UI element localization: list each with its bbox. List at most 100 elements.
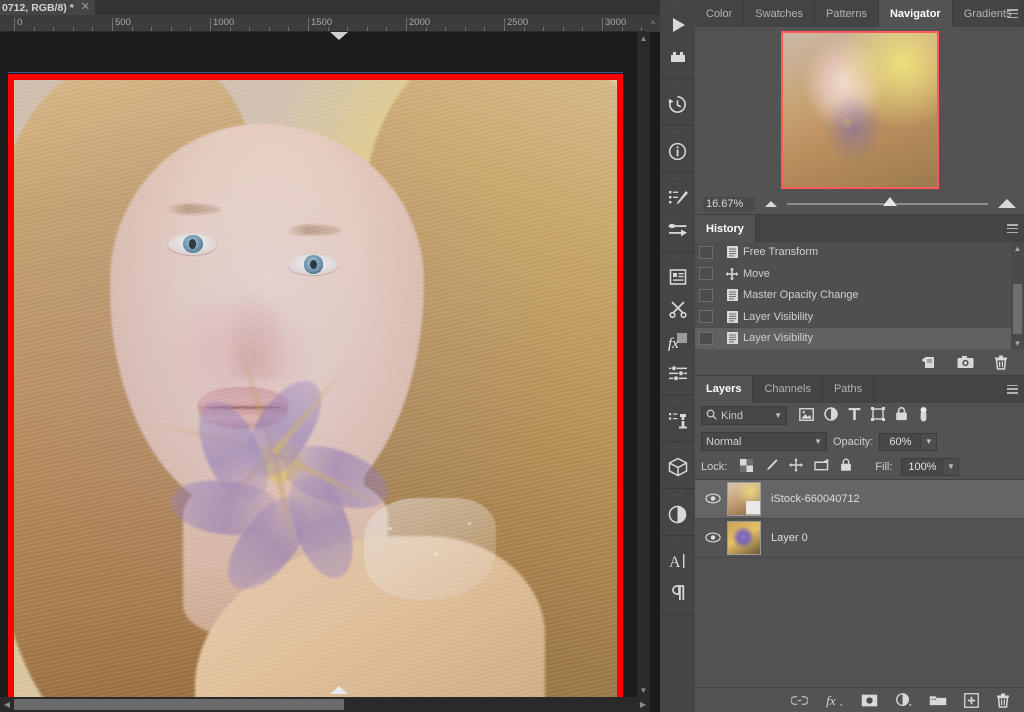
filter-adjustment-icon[interactable]	[824, 407, 838, 424]
tab-paths[interactable]: Paths	[823, 375, 875, 403]
scroll-up-icon[interactable]: ▲	[1011, 242, 1024, 255]
history-item[interactable]: Master Opacity Change	[695, 285, 1011, 307]
lock-row[interactable]: Lock: Fill: 100% ▼	[695, 454, 1024, 480]
layers-panel-footer[interactable]: fx	[695, 687, 1024, 712]
panel-menu-icon[interactable]	[1007, 9, 1018, 18]
properties-icon[interactable]	[660, 261, 695, 293]
history-snapshot-checkbox[interactable]	[699, 288, 713, 302]
history-item[interactable]: Move	[695, 264, 1011, 285]
panel-menu-icon[interactable]	[1007, 224, 1018, 233]
history-snapshot-checkbox[interactable]	[699, 267, 713, 281]
paragraph-icon[interactable]	[660, 577, 695, 609]
scroll-down-icon[interactable]: ▼	[1011, 337, 1024, 350]
ruler-corner-chevron-icon[interactable]: ^	[646, 15, 660, 32]
layer-visibility-eye-icon[interactable]	[699, 493, 727, 504]
play-icon[interactable]	[660, 9, 695, 41]
clone-source-icon[interactable]	[660, 404, 695, 436]
layer-name[interactable]: iStock-660040712	[771, 493, 860, 505]
character-icon[interactable]: A	[660, 545, 695, 577]
filter-shape-icon[interactable]	[871, 407, 885, 424]
brush-settings-icon[interactable]	[660, 182, 695, 214]
layers-list[interactable]: ▣ iStock-660040712 Layer 0	[695, 479, 1024, 558]
lock-image-pixels-icon[interactable]	[764, 458, 778, 475]
opacity-stepper-chevron-icon[interactable]: ▼	[921, 432, 938, 451]
brush-presets-icon[interactable]	[660, 214, 695, 246]
tab-layers[interactable]: Layers	[695, 375, 754, 403]
panel-menu-icon[interactable]	[1007, 384, 1018, 394]
layer-thumbnail[interactable]: ▣	[727, 481, 761, 516]
history-snapshot-checkbox[interactable]	[699, 245, 713, 259]
new-layer-icon[interactable]	[964, 692, 979, 708]
lock-icon-group[interactable]	[740, 458, 852, 475]
blend-mode-row[interactable]: Normal ▼ Opacity: 60% ▼	[695, 428, 1024, 455]
navigator-zoom-controls[interactable]: 16.67%	[695, 193, 1024, 215]
filter-toggle-icon[interactable]	[918, 406, 929, 425]
adjustment-circle-icon[interactable]	[660, 498, 695, 530]
layer-kind-dropdown[interactable]: Kind ▼	[701, 406, 787, 425]
lock-transparent-pixels-icon[interactable]	[740, 458, 754, 475]
fx-icon[interactable]: fx	[660, 325, 695, 357]
tab-history[interactable]: History	[695, 215, 756, 242]
horizontal-ruler[interactable]: 050010001500200025003000350040004500	[0, 15, 660, 32]
navigator-zoom-value[interactable]: 16.67%	[703, 196, 755, 211]
close-icon[interactable]: ✕	[81, 2, 90, 13]
navigator-preview-area[interactable]	[695, 27, 1024, 193]
fill-value[interactable]: 100%	[901, 457, 944, 476]
history-scrollbar[interactable]: ▲ ▼	[1011, 242, 1024, 350]
new-adjustment-layer-icon[interactable]	[895, 692, 912, 708]
scroll-thumb-history[interactable]	[1013, 284, 1022, 334]
delete-layer-icon[interactable]	[996, 693, 1010, 708]
layers-empty-space[interactable]	[695, 557, 1024, 668]
layer-name[interactable]: Layer 0	[771, 532, 808, 544]
canvas-horizontal-scrollbar[interactable]: ◀ ▶	[0, 697, 650, 712]
scroll-left-icon[interactable]: ◀	[0, 697, 14, 712]
filter-type-icon[interactable]	[848, 407, 861, 424]
scroll-down-icon[interactable]: ▼	[637, 684, 650, 697]
lock-artboard-nesting-icon[interactable]	[814, 458, 829, 475]
chevron-down-icon[interactable]: ▼	[774, 411, 782, 420]
layer-row[interactable]: Layer 0	[695, 519, 1024, 558]
actions-icon[interactable]	[660, 41, 695, 73]
history-item[interactable]: Layer Visibility	[695, 307, 1011, 328]
scroll-up-icon[interactable]: ▲	[637, 32, 650, 45]
tab-navigator[interactable]: Navigator	[878, 0, 953, 27]
history-panel-footer[interactable]	[695, 349, 1024, 376]
tab-patterns[interactable]: Patterns	[815, 0, 879, 27]
new-document-from-state-icon[interactable]	[921, 355, 937, 370]
panel-icon-dock[interactable]: ‧‧‧‧ ‧‧‧‧ ‧‧‧‧ ‧‧‧‧ ‧‧‧‧ fx ‧‧‧‧ ‧‧‧‧ ‧‧…	[660, 0, 695, 712]
cube-3d-icon[interactable]	[660, 451, 695, 483]
layer-style-fx-icon[interactable]: fx	[825, 693, 844, 708]
scissors-icon[interactable]	[660, 293, 695, 325]
add-layer-mask-icon[interactable]	[861, 694, 878, 707]
filter-smart-object-icon[interactable]	[895, 407, 908, 424]
navigator-thumbnail[interactable]	[780, 31, 939, 189]
history-item[interactable]: Free Transform	[695, 242, 1011, 264]
zoom-slider-knob[interactable]	[883, 196, 898, 206]
delete-trash-icon[interactable]	[994, 355, 1008, 370]
scroll-right-icon[interactable]: ▶	[636, 697, 650, 712]
document-tab[interactable]: 0712, RGB/8) * ✕	[0, 0, 96, 15]
history-snapshot-checkbox[interactable]	[699, 310, 713, 324]
layer-thumbnail[interactable]	[727, 520, 761, 555]
layers-filter-row[interactable]: Kind ▼	[695, 402, 1024, 429]
canvas-area[interactable]	[0, 32, 660, 712]
fill-stepper-chevron-icon[interactable]: ▼	[943, 457, 960, 476]
tab-swatches[interactable]: Swatches	[744, 0, 815, 27]
layer-filter-icons[interactable]	[799, 406, 929, 425]
navigator-panel-tabs[interactable]: Color Swatches Patterns Navigator Gradie…	[695, 0, 1024, 27]
lock-position-icon[interactable]	[789, 458, 804, 475]
lock-all-icon[interactable]	[840, 458, 852, 475]
filter-pixel-icon[interactable]	[799, 407, 814, 424]
layers-panel-tabs[interactable]: Layers Channels Paths	[695, 375, 1024, 403]
tab-channels[interactable]: Channels	[753, 375, 823, 403]
zoom-out-icon[interactable]	[765, 200, 777, 207]
info-icon[interactable]	[660, 135, 695, 167]
canvas-vertical-scrollbar[interactable]: ▲ ▼	[637, 32, 650, 697]
snapshot-camera-icon[interactable]	[957, 355, 974, 369]
blend-mode-dropdown[interactable]: Normal ▼	[701, 432, 827, 451]
history-panel-tabs[interactable]: History	[695, 215, 1024, 242]
link-layers-icon[interactable]	[791, 695, 808, 706]
opacity-value[interactable]: 60%	[879, 432, 922, 451]
history-clock-icon[interactable]	[660, 88, 695, 120]
adjustments-sliders-icon[interactable]	[660, 357, 695, 389]
